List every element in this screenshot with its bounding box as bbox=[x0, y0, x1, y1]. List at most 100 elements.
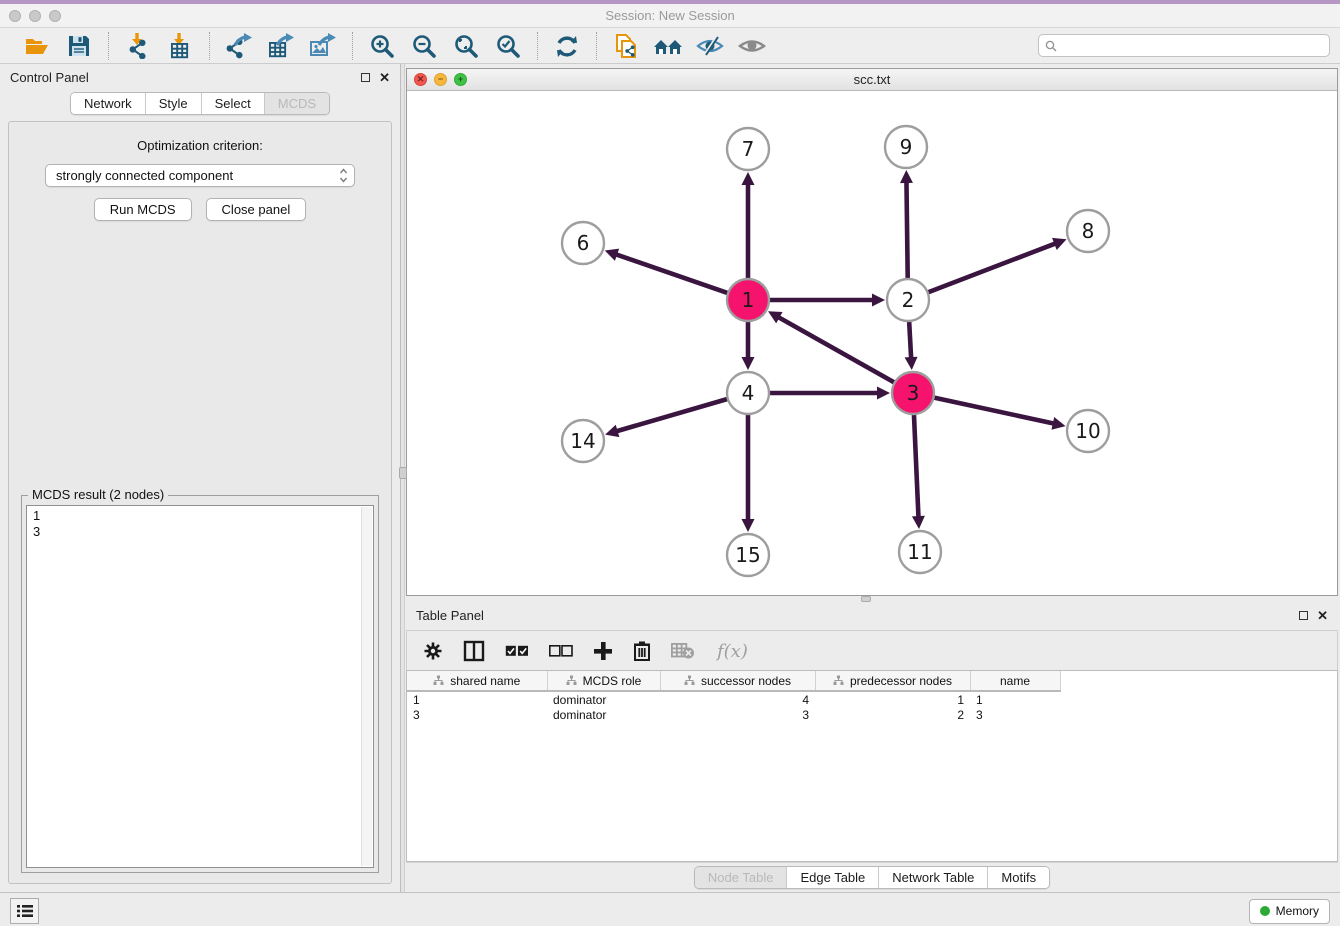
tab-select[interactable]: Select bbox=[202, 93, 265, 114]
zoom-in-icon[interactable] bbox=[364, 31, 400, 61]
criterion-select[interactable]: strongly connected component bbox=[45, 164, 355, 187]
tab-network-table[interactable]: Network Table bbox=[879, 867, 988, 888]
table-cell[interactable]: 3 bbox=[970, 707, 1060, 723]
export-image-icon[interactable] bbox=[305, 31, 341, 61]
graph-edge-1-6[interactable] bbox=[605, 249, 728, 294]
graph-edge-2-8[interactable] bbox=[928, 238, 1067, 293]
search-box[interactable] bbox=[1038, 34, 1330, 57]
tab-mcds[interactable]: MCDS bbox=[265, 93, 329, 114]
column-header-shared-name[interactable]: shared name bbox=[407, 671, 547, 691]
horizontal-splitter[interactable] bbox=[405, 596, 1340, 602]
double-house-icon[interactable] bbox=[650, 31, 686, 61]
table-cell[interactable]: 1 bbox=[815, 691, 970, 707]
tab-motifs[interactable]: Motifs bbox=[988, 867, 1049, 888]
column-header-predecessor-nodes[interactable]: predecessor nodes bbox=[815, 671, 970, 691]
graph-node-3[interactable]: 3 bbox=[892, 372, 934, 414]
graph-node-7[interactable]: 7 bbox=[727, 128, 769, 170]
zoom-out-icon[interactable] bbox=[406, 31, 442, 61]
criterion-selected-value: strongly connected component bbox=[56, 168, 339, 183]
graph-node-9[interactable]: 9 bbox=[885, 126, 927, 168]
export-table-icon[interactable] bbox=[263, 31, 299, 61]
table-cell[interactable]: 3 bbox=[407, 707, 547, 723]
save-session-icon[interactable] bbox=[61, 31, 97, 61]
table-cell[interactable]: 4 bbox=[660, 691, 815, 707]
tab-network[interactable]: Network bbox=[71, 93, 146, 114]
svg-text:1: 1 bbox=[742, 288, 755, 312]
graph-node-2[interactable]: 2 bbox=[887, 279, 929, 321]
svg-text:6: 6 bbox=[577, 231, 590, 255]
run-mcds-button[interactable]: Run MCDS bbox=[94, 198, 192, 221]
tab-edge-table[interactable]: Edge Table bbox=[787, 867, 879, 888]
mcds-result-item[interactable]: 3 bbox=[33, 524, 373, 540]
import-network-icon[interactable] bbox=[120, 31, 156, 61]
column-header-name[interactable]: name bbox=[970, 671, 1060, 691]
svg-text:8: 8 bbox=[1082, 219, 1095, 243]
float-table-panel-icon[interactable] bbox=[1299, 611, 1308, 620]
column-header-MCDS-role[interactable]: MCDS role bbox=[547, 671, 660, 691]
tab-node-table[interactable]: Node Table bbox=[695, 867, 788, 888]
graph-node-8[interactable]: 8 bbox=[1067, 210, 1109, 252]
graph-node-1[interactable]: 1 bbox=[727, 279, 769, 321]
column-header-successor-nodes[interactable]: successor nodes bbox=[660, 671, 815, 691]
graph-node-4[interactable]: 4 bbox=[727, 372, 769, 414]
graph-edge-1-4[interactable] bbox=[742, 321, 755, 370]
table-cell[interactable]: 1 bbox=[407, 691, 547, 707]
table-cell[interactable]: 1 bbox=[970, 691, 1060, 707]
tab-style[interactable]: Style bbox=[146, 93, 202, 114]
graph-node-11[interactable]: 11 bbox=[899, 531, 941, 573]
import-table-icon[interactable] bbox=[162, 31, 198, 61]
zoom-selected-icon[interactable] bbox=[490, 31, 526, 61]
splitter-grip[interactable] bbox=[399, 467, 407, 479]
task-history-button[interactable] bbox=[10, 898, 39, 924]
graph-edge-4-3[interactable] bbox=[769, 387, 890, 400]
split-columns-icon[interactable] bbox=[463, 640, 485, 662]
graph-node-14[interactable]: 14 bbox=[562, 420, 604, 462]
table-cell[interactable]: dominator bbox=[547, 691, 660, 707]
eye-icon[interactable] bbox=[734, 31, 770, 61]
graph-edge-4-15[interactable] bbox=[742, 414, 755, 532]
open-session-icon[interactable] bbox=[19, 31, 55, 61]
node-table[interactable]: shared nameMCDS rolesuccessor nodesprede… bbox=[406, 670, 1338, 862]
graph-edge-4-14[interactable] bbox=[605, 399, 728, 437]
table-row[interactable]: 3dominator323 bbox=[407, 707, 1060, 723]
graph-node-6[interactable]: 6 bbox=[562, 222, 604, 264]
gear-icon[interactable] bbox=[423, 641, 443, 661]
hsplitter-grip[interactable] bbox=[861, 596, 871, 602]
svg-text:10: 10 bbox=[1075, 419, 1100, 443]
graph-edge-1-7[interactable] bbox=[742, 172, 755, 279]
result-scrollbar[interactable] bbox=[361, 507, 372, 866]
search-input[interactable] bbox=[1062, 39, 1323, 53]
table-cell[interactable]: 2 bbox=[815, 707, 970, 723]
graph-edge-3-11[interactable] bbox=[912, 414, 925, 529]
clear-checkboxes-icon[interactable] bbox=[549, 645, 573, 657]
graph-edge-2-3[interactable] bbox=[905, 321, 918, 370]
table-row[interactable]: 1dominator411 bbox=[407, 691, 1060, 707]
export-network-icon[interactable] bbox=[221, 31, 257, 61]
mcds-result-item[interactable]: 1 bbox=[33, 508, 373, 524]
graph-node-10[interactable]: 10 bbox=[1067, 410, 1109, 452]
mcds-result-list[interactable]: 13 bbox=[26, 505, 374, 868]
close-panel-icon[interactable]: ✕ bbox=[379, 73, 390, 82]
refresh-styles-icon[interactable] bbox=[549, 31, 585, 61]
graph-edge-3-1[interactable] bbox=[768, 311, 895, 382]
eye-slash-icon[interactable] bbox=[692, 31, 728, 61]
vertical-splitter[interactable] bbox=[400, 64, 405, 892]
memory-button[interactable]: Memory bbox=[1249, 899, 1330, 924]
network-canvas[interactable]: 7 9 6 8 1 2 4 3 14 10 15 11 bbox=[407, 91, 1337, 595]
graph-edge-3-10[interactable] bbox=[934, 397, 1066, 429]
select-all-checkboxes-icon[interactable] bbox=[505, 645, 529, 657]
graph-edge-1-2[interactable] bbox=[769, 294, 885, 307]
toolbar-separator bbox=[537, 32, 538, 60]
close-panel-button[interactable]: Close panel bbox=[206, 198, 307, 221]
zoom-fit-icon[interactable] bbox=[448, 31, 484, 61]
close-table-panel-icon[interactable]: ✕ bbox=[1317, 611, 1328, 620]
delete-column-icon[interactable] bbox=[633, 640, 651, 662]
network-window-titlebar[interactable]: ✕ − + scc.txt bbox=[407, 69, 1337, 91]
table-cell[interactable]: 3 bbox=[660, 707, 815, 723]
graph-edge-2-9[interactable] bbox=[900, 170, 913, 279]
graph-node-15[interactable]: 15 bbox=[727, 534, 769, 576]
add-column-icon[interactable] bbox=[593, 641, 613, 661]
copy-network-icon[interactable] bbox=[608, 31, 644, 61]
float-panel-icon[interactable] bbox=[361, 73, 370, 82]
table-cell[interactable]: dominator bbox=[547, 707, 660, 723]
